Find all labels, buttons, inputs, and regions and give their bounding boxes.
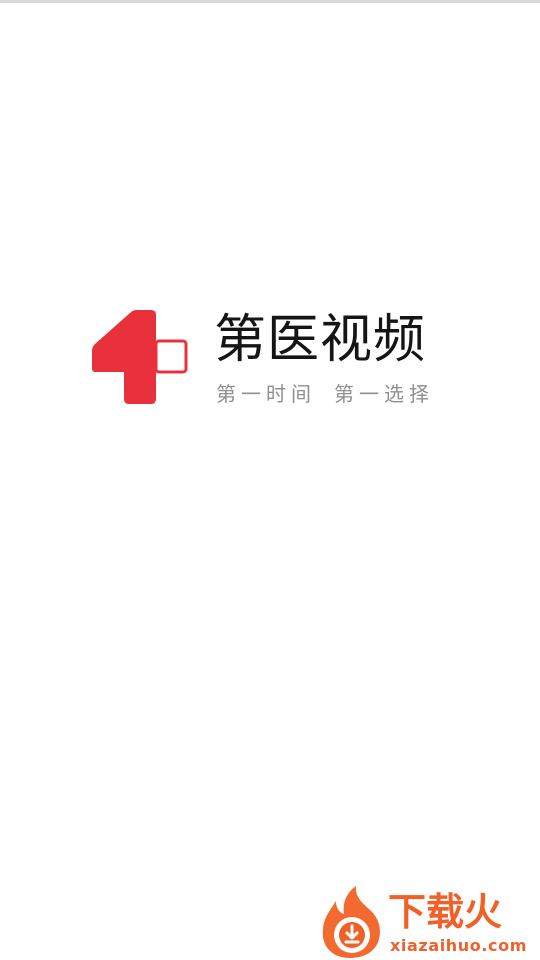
watermark-domain: xiazaihuo.com xyxy=(390,936,527,955)
brand-name: 第医视频 xyxy=(214,310,427,370)
brand-logo-icon xyxy=(92,310,188,404)
slogan-first-part: 第一时间 xyxy=(216,382,316,406)
flame-download-icon xyxy=(322,886,380,958)
site-watermark: 下载火 xiazaihuo.com xyxy=(316,884,540,960)
slogan-second-part: 第一选择 xyxy=(334,382,434,406)
watermark-title: 下载火 xyxy=(388,890,503,934)
status-bar-divider xyxy=(0,0,540,3)
splash-screen: 第医视频 第一时间 第一选择 下载火 xiazaihuo.com xyxy=(0,0,540,960)
brand-slogan: 第一时间 第一选择 xyxy=(216,378,434,410)
